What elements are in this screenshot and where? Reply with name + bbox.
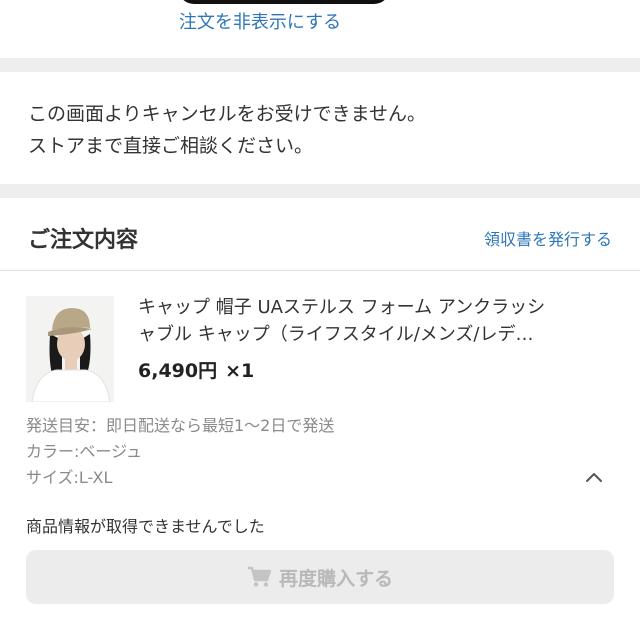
product-size: サイズ:L-XL — [26, 468, 113, 487]
section-divider — [0, 58, 640, 72]
top-overlay — [178, 0, 390, 4]
price-row: 6,490円 ×1 — [138, 356, 254, 383]
product-image[interactable] — [26, 296, 114, 402]
product-price: 6,490円 — [138, 360, 218, 382]
product-quantity: ×1 — [225, 360, 255, 382]
hide-order-link[interactable]: 注文を非表示にする — [0, 8, 520, 34]
issue-receipt-link[interactable]: 領収書を発行する — [484, 226, 612, 250]
cart-icon — [247, 566, 271, 587]
cancel-notice-line1: この画面よりキャンセルをお受けできません。 — [28, 103, 427, 125]
product-name[interactable]: キャップ 帽子 UAステルス フォーム アンクラッシ ャブル キャップ（ライフス… — [138, 294, 618, 348]
chevron-up-icon[interactable] — [582, 466, 606, 490]
section-divider — [0, 184, 640, 198]
cancel-notice-line2: ストアまで直接ご相談ください。 — [28, 135, 314, 157]
product-name-line1: キャップ 帽子 UAステルス フォーム アンクラッシ — [138, 297, 546, 318]
rebuy-button[interactable]: 再度購入する — [26, 550, 614, 604]
product-color: カラー:ベージュ — [26, 442, 142, 461]
product-unavailable-message: 商品情報が取得できませんでした — [26, 517, 265, 536]
shipping-estimate: 発送目安：即日配送なら最短1〜2日で発送 — [26, 416, 335, 435]
rebuy-button-label: 再度購入する — [278, 567, 393, 590]
divider — [0, 270, 640, 271]
cancel-notice: この画面よりキャンセルをお受けできません。 ストアまで直接ご相談ください。 — [28, 98, 426, 162]
product-name-line2: ャブル キャップ（ライフスタイル/メンズ/レデ… — [138, 324, 534, 345]
order-section-title: ご注文内容 — [28, 228, 139, 253]
